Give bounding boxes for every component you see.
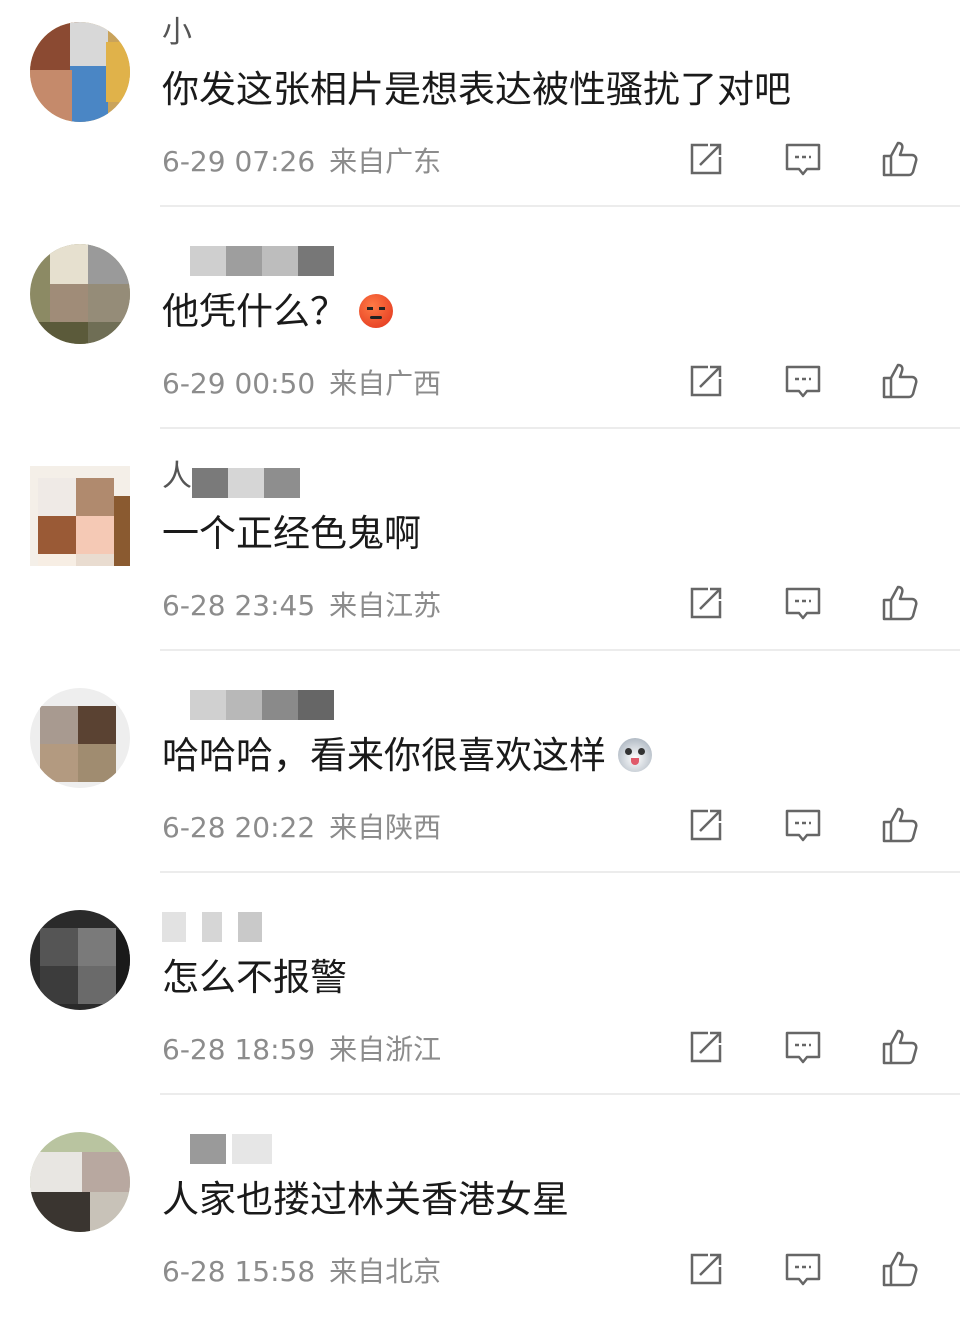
timestamp: 6-28 15:58 [162, 1255, 316, 1288]
comment-meta: 6-28 23:45 来自江苏 [162, 586, 441, 626]
like-button[interactable] [880, 805, 920, 845]
divider [160, 205, 960, 207]
like-button[interactable] [880, 361, 920, 401]
username[interactable]: 人 [162, 454, 372, 500]
avatar[interactable] [30, 244, 130, 344]
reply-icon [785, 143, 821, 176]
share-icon [690, 1253, 722, 1285]
username-text: 人 [162, 459, 192, 494]
avatar[interactable] [30, 466, 130, 566]
comment-text: 人家也搂过林关香港女星 [162, 1178, 569, 1221]
thumbs-up-icon [882, 1029, 918, 1065]
like-button[interactable] [880, 1027, 920, 1067]
comment-item: 人家也搂过林关香港女星 6-28 15:58 来自北京 [0, 1110, 960, 1332]
like-button[interactable] [880, 1249, 920, 1289]
thumbs-up-icon [882, 807, 918, 843]
reply-icon [785, 587, 821, 620]
location: 来自广东 [329, 145, 442, 178]
location: 来自北京 [329, 1255, 442, 1288]
husky-face-icon [618, 738, 652, 772]
comment-item: 他凭什么？ 6-29 00:50 来自广西 [0, 222, 960, 444]
like-button[interactable] [880, 583, 920, 623]
share-button[interactable] [686, 583, 726, 623]
username[interactable] [162, 232, 372, 278]
comment-text-content: 哈哈哈，看来你很喜欢这样 [162, 734, 606, 777]
comment-meta: 6-28 18:59 来自浙江 [162, 1030, 441, 1070]
reply-button[interactable] [783, 583, 823, 623]
share-icon [690, 365, 722, 397]
reply-icon [785, 1031, 821, 1064]
angry-face-icon [359, 294, 393, 328]
share-button[interactable] [686, 139, 726, 179]
reply-button[interactable] [783, 1027, 823, 1067]
divider [160, 871, 960, 873]
comment-feed: 小 你发这张相片是想表达被性骚扰了对吧 6-29 07:26 来自广东 他凭什么… [0, 0, 960, 1301]
location: 来自江苏 [329, 589, 442, 622]
like-button[interactable] [880, 139, 920, 179]
comment-item: 小 你发这张相片是想表达被性骚扰了对吧 6-29 07:26 来自广东 [0, 0, 960, 222]
comment-item: 人 一个正经色鬼啊 6-28 23:45 来自江苏 [0, 444, 960, 666]
comment-text: 他凭什么？ [162, 286, 393, 338]
comment-text: 怎么不报警 [162, 956, 347, 999]
share-button[interactable] [686, 805, 726, 845]
share-icon [690, 809, 722, 841]
share-button[interactable] [686, 1027, 726, 1067]
avatar[interactable] [30, 22, 130, 122]
reply-icon [785, 1253, 821, 1286]
thumbs-up-icon [882, 585, 918, 621]
reply-icon [785, 365, 821, 398]
avatar[interactable] [30, 910, 130, 1010]
avatar[interactable] [30, 1132, 130, 1232]
divider [160, 649, 960, 651]
timestamp: 6-29 00:50 [162, 367, 316, 400]
location: 来自陕西 [329, 811, 442, 844]
timestamp: 6-28 20:22 [162, 811, 316, 844]
thumbs-up-icon [882, 1251, 918, 1287]
comment-meta: 6-28 20:22 来自陕西 [162, 808, 441, 848]
comment-text: 一个正经色鬼啊 [162, 512, 421, 555]
username[interactable] [162, 676, 372, 722]
location: 来自浙江 [329, 1033, 442, 1066]
username[interactable] [162, 1120, 372, 1166]
share-icon [690, 1031, 722, 1063]
comment-meta: 6-29 07:26 来自广东 [162, 142, 441, 182]
reply-button[interactable] [783, 139, 823, 179]
username[interactable]: 小 [162, 10, 372, 56]
reply-button[interactable] [783, 361, 823, 401]
timestamp: 6-29 07:26 [162, 145, 316, 178]
reply-button[interactable] [783, 805, 823, 845]
comment-text: 哈哈哈，看来你很喜欢这样 [162, 730, 652, 782]
divider [160, 427, 960, 429]
comment-meta: 6-28 15:58 来自北京 [162, 1252, 441, 1292]
timestamp: 6-28 18:59 [162, 1033, 316, 1066]
share-icon [690, 587, 722, 619]
reply-icon [785, 809, 821, 842]
share-icon [690, 143, 722, 175]
reply-button[interactable] [783, 1249, 823, 1289]
username-text: 小 [162, 15, 192, 50]
thumbs-up-icon [882, 363, 918, 399]
avatar[interactable] [30, 688, 130, 788]
username[interactable] [162, 898, 372, 944]
comment-item: 怎么不报警 6-28 18:59 来自浙江 [0, 888, 960, 1110]
divider [160, 1093, 960, 1095]
comment-item: 哈哈哈，看来你很喜欢这样 6-28 20:22 来自陕西 [0, 666, 960, 888]
location: 来自广西 [329, 367, 442, 400]
comment-text: 你发这张相片是想表达被性骚扰了对吧 [162, 68, 791, 111]
thumbs-up-icon [882, 141, 918, 177]
comment-text-content: 他凭什么？ [162, 290, 347, 333]
timestamp: 6-28 23:45 [162, 589, 316, 622]
comment-meta: 6-29 00:50 来自广西 [162, 364, 441, 404]
share-button[interactable] [686, 361, 726, 401]
share-button[interactable] [686, 1249, 726, 1289]
